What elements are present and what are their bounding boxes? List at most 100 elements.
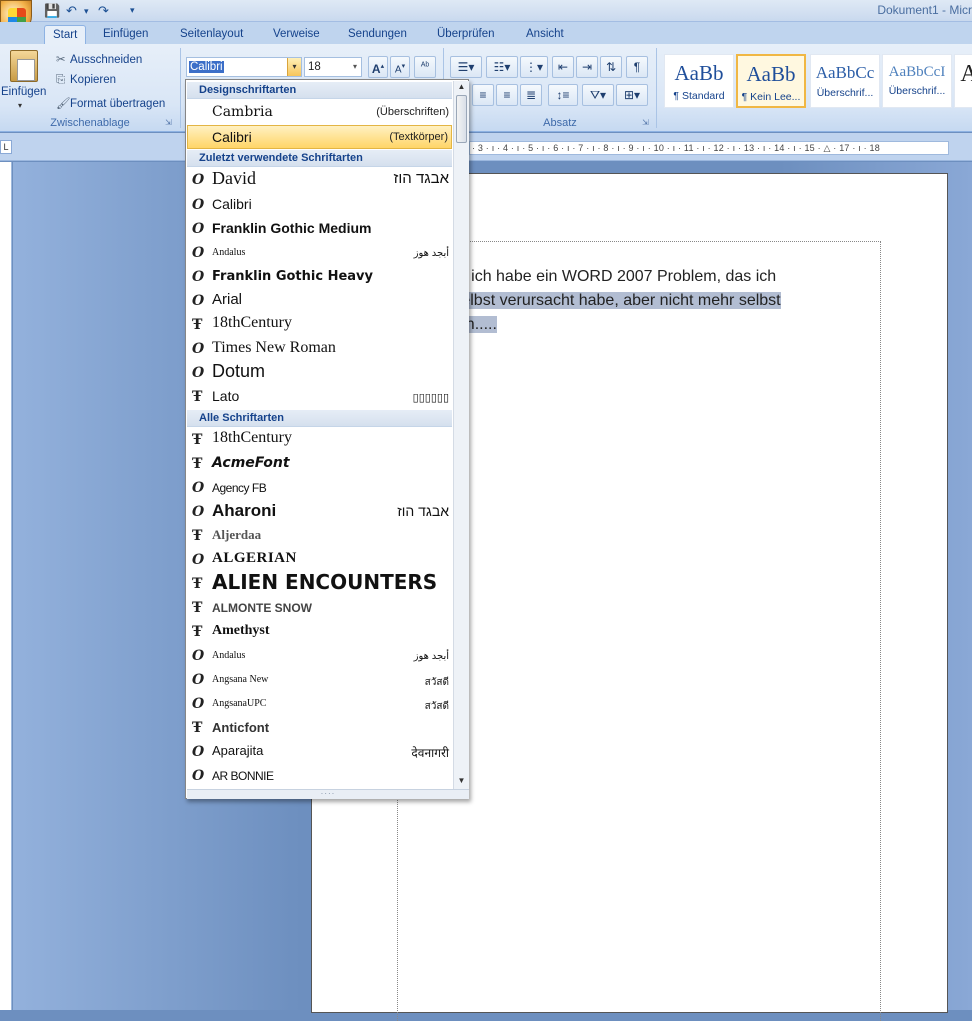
font-item-name: Arial [212, 291, 243, 308]
line-spacing-button[interactable]: ↕≡ [548, 84, 578, 106]
style-title[interactable]: A [954, 54, 972, 108]
tab-sendungen[interactable]: Sendungen [340, 25, 415, 45]
grow-font-button[interactable]: A▴ [368, 56, 388, 78]
clear-formatting-button[interactable]: ᴬᵇ [414, 56, 436, 78]
font-item-recent[interactable]: O Franklin Gothic Medium [187, 217, 452, 241]
document-text[interactable]: nte, ich habe ein WORD 2007 Problem, das… [440, 265, 850, 337]
paragraph-launcher-icon[interactable]: ⇲ [642, 118, 649, 127]
section-header-recent-fonts: Zuletzt verwendete Schriftarten [187, 150, 452, 167]
font-item-name: Amethyst [212, 623, 270, 638]
font-item[interactable]: Ŧ Aljerdaa [187, 524, 452, 548]
horizontal-ruler[interactable]: · 3 · ı · 4 · ı · 5 · ı · 6 · ı · 7 · ı … [469, 141, 949, 155]
multilevel-list-button[interactable]: ⋮▾ [520, 56, 548, 78]
font-item[interactable]: Ŧ ALIEN ENCOUNTERS [187, 572, 452, 596]
redo-icon[interactable]: ↷ [98, 3, 109, 19]
resize-grip[interactable]: ···· [187, 789, 469, 799]
truetype-icon: Ŧ [192, 389, 203, 405]
style-standard[interactable]: AaBb ¶ Standard [664, 54, 734, 108]
increase-indent-button[interactable]: ⇥ [576, 56, 598, 78]
font-item-recent[interactable]: O Andalus أبجد هوز [187, 241, 452, 265]
font-item[interactable]: O Aharoni אבגד הוז [187, 500, 452, 524]
tab-selector[interactable]: L [0, 140, 12, 154]
save-icon[interactable]: 💾 [44, 3, 60, 19]
paste-button[interactable]: Einfügen [1, 86, 46, 98]
font-item-name: 18thCentury [212, 314, 292, 331]
shrink-font-button[interactable]: A▾ [390, 56, 410, 78]
tab-einfuegen[interactable]: Einfügen [95, 25, 156, 45]
font-item-cambria[interactable]: Cambria (Überschriften) [187, 101, 452, 125]
truetype-icon: Ŧ [192, 317, 203, 333]
font-dropdown-list[interactable]: Designschriftarten Cambria (Überschrifte… [185, 79, 469, 799]
opentype-icon: O [192, 744, 205, 760]
font-item-recent[interactable]: O David אבגד הוז [187, 168, 452, 192]
font-size-combobox[interactable]: 18 ▾ [304, 57, 362, 77]
format-painter-button[interactable]: 🖌Format übertragen [56, 96, 165, 110]
font-dropdown-arrow-icon[interactable]: ▾ [287, 58, 301, 76]
text-boundary [397, 241, 881, 1021]
sort-button[interactable]: ⇅ [600, 56, 622, 78]
font-item[interactable]: O Aparajita देवनागरी [187, 740, 452, 764]
tab-ansicht[interactable]: Ansicht [518, 25, 572, 45]
font-item-recent[interactable]: O Times New Roman [187, 337, 452, 361]
font-item-name: Cambria [212, 104, 273, 120]
title-bar: 💾 ↶ ▾ ↷ ▾ Dokument1 - Micr [0, 0, 972, 22]
scissors-icon: ✂ [56, 54, 66, 66]
style-heading-1[interactable]: AaBbCc Überschrif... [810, 54, 880, 108]
tab-verweise[interactable]: Verweise [265, 25, 328, 45]
font-item-recent[interactable]: Ŧ 18thCentury [187, 313, 452, 337]
font-item[interactable]: O AR BONNIE [187, 764, 452, 788]
tab-seitenlayout[interactable]: Seitenlayout [172, 25, 251, 45]
scroll-up-arrow-icon[interactable]: ▲ [455, 82, 468, 94]
cut-button[interactable]: ✂ Ausschneiden [56, 52, 142, 66]
copy-button[interactable]: ⎘ Kopieren [56, 74, 116, 87]
font-item[interactable]: Ŧ Anticfont [187, 716, 452, 740]
paste-icon[interactable] [10, 50, 38, 82]
font-name-value[interactable]: Calibri [189, 61, 224, 73]
font-size-value[interactable]: 18 [308, 61, 321, 73]
font-item[interactable]: Ŧ AcmeFont [187, 452, 452, 476]
shading-button[interactable]: ⛛▾ [582, 84, 614, 106]
customize-qat-icon[interactable]: ▾ [130, 5, 135, 21]
font-item[interactable]: O Angsana New สวัสดี [187, 668, 452, 692]
style-heading-2[interactable]: AaBbCcI Überschrif... [882, 54, 952, 108]
align-right-button[interactable]: ≡ [496, 84, 518, 106]
font-item[interactable]: Ŧ ALMONTE SNOW [187, 596, 452, 620]
font-item[interactable]: O ALGERIAN [187, 548, 452, 572]
paste-dropdown-icon[interactable]: ▾ [18, 101, 22, 110]
font-item-calibri-selected[interactable]: Calibri (Textkörper) [187, 125, 452, 149]
font-item-recent[interactable]: Ŧ Lato ▯▯▯▯▯▯ [187, 385, 452, 409]
numbering-button[interactable]: ☷▾ [486, 56, 518, 78]
bullets-button[interactable]: ☰▾ [450, 56, 482, 78]
truetype-icon: Ŧ [192, 456, 203, 472]
style-no-spacing[interactable]: AaBb ¶ Kein Lee... [736, 54, 806, 108]
font-size-arrow-icon[interactable]: ▾ [353, 62, 357, 71]
font-item-recent[interactable]: O Dotum [187, 361, 452, 385]
font-item-recent[interactable]: O Arial [187, 289, 452, 313]
undo-dropdown-icon[interactable]: ▾ [84, 6, 89, 22]
font-item[interactable]: Ŧ Amethyst [187, 620, 452, 644]
font-item[interactable]: Ŧ 18thCentury [187, 428, 452, 452]
decrease-indent-button[interactable]: ⇤ [552, 56, 574, 78]
font-item[interactable]: O AngsanaUPC สวัสดี [187, 692, 452, 716]
undo-icon[interactable]: ↶ [66, 3, 77, 19]
window-title: Dokument1 - Micr [877, 3, 972, 17]
font-item[interactable]: O Agency FB [187, 476, 452, 500]
font-item-recent[interactable]: O Calibri [187, 193, 452, 217]
vertical-ruler[interactable] [0, 162, 12, 1010]
justify-button[interactable]: ≣ [520, 84, 542, 106]
borders-button[interactable]: ⊞▾ [616, 84, 648, 106]
dropdown-scrollbar[interactable]: ▲ ▼ [453, 81, 469, 790]
tab-ueberpruefen[interactable]: Überprüfen [429, 25, 503, 45]
scroll-thumb[interactable] [456, 95, 467, 143]
font-item-name: Aharoni [212, 501, 277, 520]
font-name-combobox[interactable]: Calibri ▾ [186, 57, 302, 77]
font-item-recent[interactable]: O Franklin Gothic Heavy [187, 265, 452, 289]
clipboard-launcher-icon[interactable]: ⇲ [165, 118, 172, 127]
font-item[interactable]: O Andalus أبجد هوز [187, 644, 452, 668]
font-item-name: Andalus [212, 650, 246, 661]
align-center-button[interactable]: ≡ [472, 84, 494, 106]
font-item-sample: אבגד הוז [393, 170, 449, 187]
show-marks-button[interactable]: ¶ [626, 56, 648, 78]
tab-start[interactable]: Start [44, 25, 87, 45]
scroll-down-arrow-icon[interactable]: ▼ [455, 776, 468, 788]
